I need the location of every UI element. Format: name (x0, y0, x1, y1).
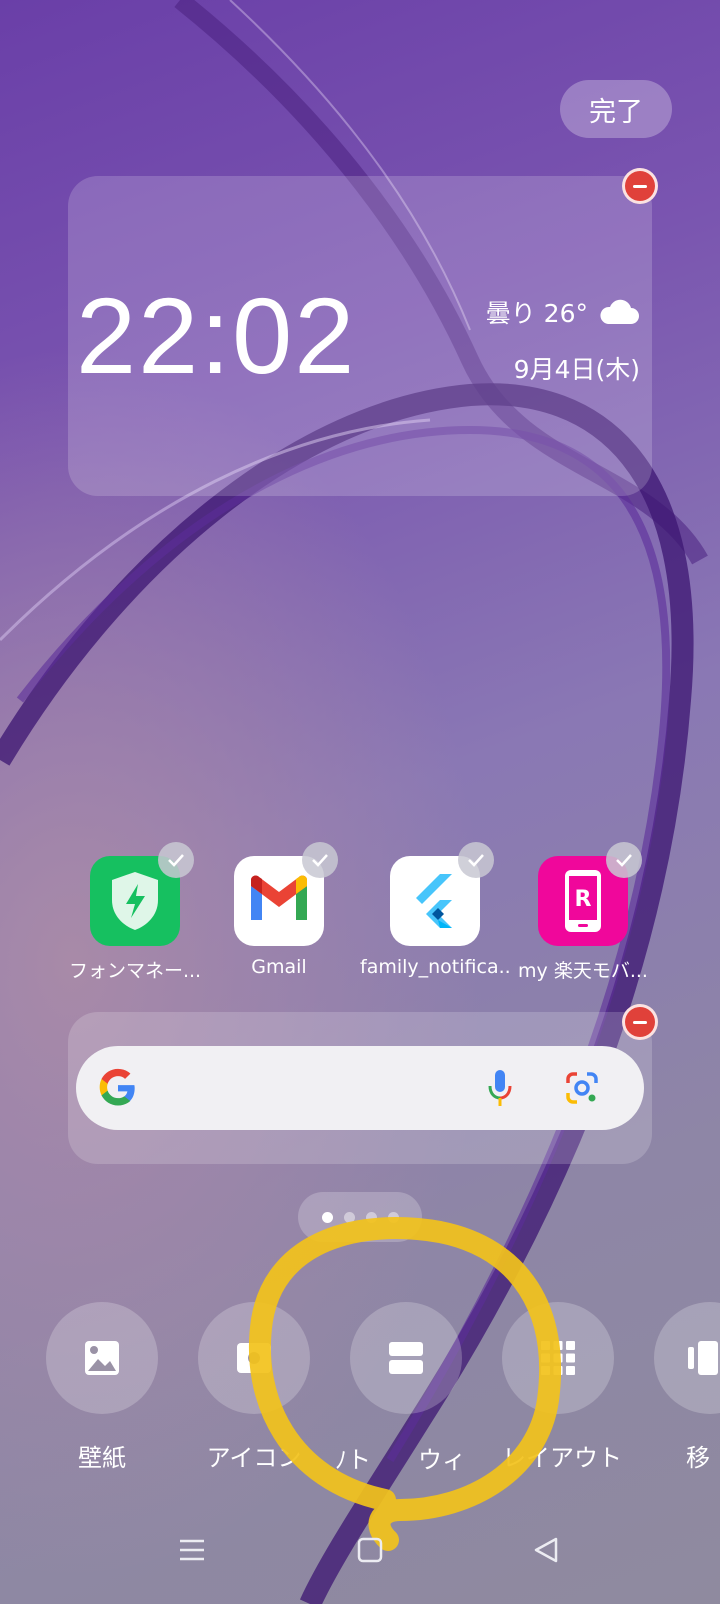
page-dot (321, 1211, 333, 1223)
toolbar-widgets-button[interactable] (350, 1302, 462, 1414)
phone-manager-icon (90, 842, 194, 946)
google-lens-icon[interactable] (564, 1070, 600, 1106)
app-phone-manager[interactable]: フォンマネー... (60, 842, 210, 983)
page-dot (365, 1211, 377, 1223)
toolbar-label: 移 (686, 1444, 710, 1472)
toolbar-label: 壁紙 (78, 1444, 126, 1472)
google-g-icon (99, 1068, 135, 1106)
rakuten-icon: R (538, 842, 642, 946)
widgets-icon (389, 1342, 423, 1374)
cloud-icon (600, 299, 639, 324)
app-label: my 楽天モバ... (518, 960, 648, 982)
svg-text:R: R (575, 887, 592, 912)
checked-icon (606, 842, 642, 878)
app-label: Gmail (251, 956, 307, 978)
toolbar-icon-button[interactable]: アイコン (198, 1302, 310, 1473)
remove-search-widget-button[interactable] (622, 1004, 658, 1040)
toolbar-label-partial: ﾉト (335, 1446, 371, 1474)
layout-grid-icon (541, 1341, 575, 1375)
toolbar-wallpaper-button[interactable]: 壁紙 (46, 1302, 158, 1473)
toolbar-move-button[interactable]: 移 (654, 1302, 720, 1473)
google-search-bar[interactable] (76, 1046, 644, 1130)
app-label: family_notifica... (360, 956, 510, 978)
weather-info: 曇り 26° (486, 294, 640, 330)
app-my-rakuten-mobile[interactable]: R my 楽天モバ... (508, 842, 658, 983)
toolbar-label: レイアウト (502, 1444, 622, 1472)
app-family-notification[interactable]: family_notifica... (360, 842, 510, 978)
app-label: フォンマネー... (68, 960, 202, 982)
toolbar-layout-button[interactable]: レイアウト (502, 1302, 622, 1473)
flutter-icon (390, 842, 494, 946)
page-dot (387, 1211, 399, 1223)
toolbar-label-widgets: ウィ (418, 1446, 466, 1474)
home-icon[interactable] (356, 1536, 384, 1564)
gmail-icon (234, 842, 338, 946)
wallpaper-icon (85, 1341, 119, 1375)
app-gmail[interactable]: Gmail (204, 842, 354, 978)
icon-style-icon (237, 1343, 271, 1373)
toolbar-label: アイコン (206, 1444, 302, 1472)
weather-text: 曇り 26° (485, 299, 588, 328)
checked-icon (158, 842, 194, 878)
move-icon (688, 1341, 718, 1375)
checked-icon (458, 842, 494, 878)
date-text: 9月4日(木) (513, 355, 640, 384)
remove-clock-widget-button[interactable] (622, 168, 658, 204)
page-indicator[interactable] (298, 1192, 422, 1242)
page-dot (343, 1211, 355, 1223)
back-icon[interactable] (532, 1536, 560, 1564)
microphone-icon[interactable] (486, 1068, 514, 1108)
done-button[interactable]: 完了 (560, 80, 672, 138)
menu-icon[interactable] (178, 1536, 206, 1564)
clock-time: 22:02 (76, 275, 357, 396)
checked-icon (302, 842, 338, 878)
